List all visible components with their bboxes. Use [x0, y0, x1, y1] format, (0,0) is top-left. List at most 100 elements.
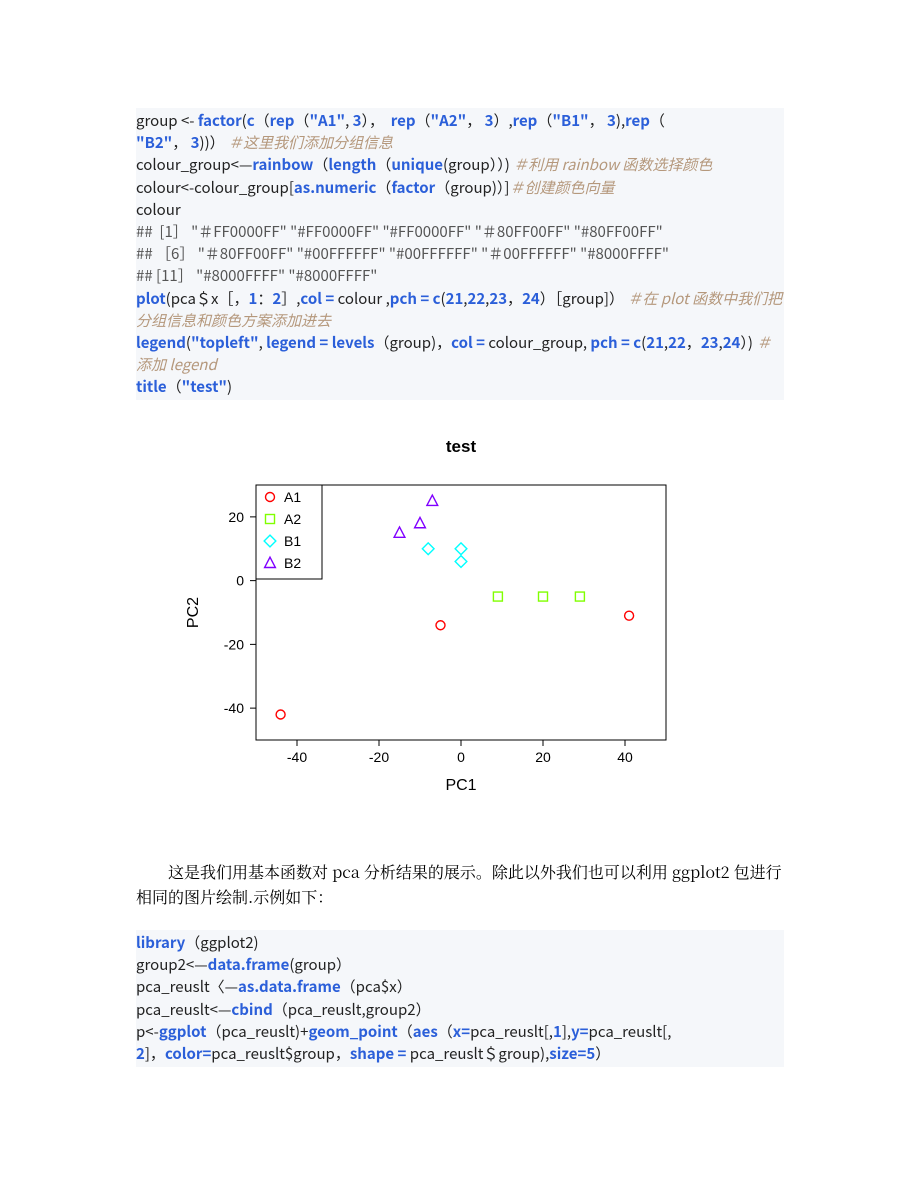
code-text: ,: [345, 110, 353, 131]
number: 22: [668, 332, 686, 353]
code-text: （pca_reuslt)+: [206, 1021, 308, 1042]
output-line: ## [11］ "#8000FFFF" "#8000FFFF": [136, 265, 377, 286]
code-text: （: [416, 110, 431, 131]
number: 21: [646, 332, 664, 353]
code-text: ),: [616, 110, 625, 131]
code-text: （pca_reuslt,group2）: [273, 999, 431, 1020]
string: "A1": [309, 110, 345, 131]
svg-text:PC1: PC1: [445, 777, 476, 794]
fn-rep: rep: [270, 110, 295, 131]
fn-title: title: [136, 376, 167, 397]
fn-factor: factor: [391, 177, 435, 198]
fn-ggplot: ggplot: [159, 1021, 207, 1042]
code-text: （: [376, 177, 391, 198]
number: 5: [586, 1043, 595, 1064]
comment: ＃创建颜色向量: [510, 177, 615, 198]
number: 24: [723, 332, 741, 353]
code-text: ：: [257, 288, 272, 309]
body-paragraph: 这是我们用基本函数对 pca 分析结果的展示。除此以外我们也可以利用 ggplo…: [136, 860, 784, 910]
code-text: ），: [362, 110, 391, 131]
arg-x: x=: [453, 1021, 470, 1042]
fn-rep: rep: [391, 110, 416, 131]
output-line: ## [1］ "＃FF0000FF" "#FF0000FF" "#FF0000F…: [136, 221, 663, 242]
page: group <- factor(c（rep（"A1", 3）， rep（"A2"…: [0, 0, 920, 1187]
code-text: （ggplot2): [185, 932, 258, 953]
arg-color: color=: [165, 1043, 211, 1064]
arg-pch: pch =: [590, 332, 633, 353]
code-text: pca_reuslt〈—: [136, 976, 238, 997]
code-text: ）: [595, 1043, 610, 1064]
string: "test": [182, 376, 227, 397]
code-text: pca_reuslt[,: [470, 1021, 553, 1042]
svg-text:A1: A1: [284, 489, 301, 505]
code-text: ): [227, 376, 232, 397]
code-text: ，: [466, 110, 484, 131]
svg-text:A2: A2: [284, 511, 301, 527]
fn-unique: unique: [391, 154, 443, 175]
code-text: （: [438, 1021, 453, 1042]
code-text: ,: [259, 332, 267, 353]
fn-aes: aes: [413, 1021, 438, 1042]
fn-rep: rep: [513, 110, 538, 131]
code-text: pca_reuslt[,: [589, 1021, 672, 1042]
arg-shape: shape =: [350, 1043, 410, 1064]
arg-y: y=: [571, 1021, 588, 1042]
number: 2: [136, 1043, 145, 1064]
arg-size: size=: [549, 1043, 586, 1064]
output-line: ## ［6］ "＃80FF00FF" "#00FFFFFF" "#00FFFFF…: [136, 243, 669, 264]
fn-plot: plot: [136, 288, 166, 309]
fn-factor: factor: [198, 110, 242, 131]
svg-text:20: 20: [535, 749, 551, 765]
code-text: （group)，: [374, 332, 451, 353]
code-text: ，: [507, 288, 522, 309]
arg-pch: pch =: [390, 288, 433, 309]
fn-geom-point: geom_point: [308, 1021, 397, 1042]
code-text: (pca＄x［，: [166, 288, 249, 309]
code-text: ，: [686, 332, 701, 353]
code-text: (group）: [289, 954, 351, 975]
fn-length: length: [328, 154, 376, 175]
code-text: colour ,: [338, 288, 390, 309]
svg-text:0: 0: [457, 749, 465, 765]
svg-text:B1: B1: [284, 533, 301, 549]
code-text: colour_group,: [488, 332, 590, 353]
code-text: （group)）]: [435, 177, 509, 198]
number: 1: [248, 288, 257, 309]
fn-legend: legend: [136, 332, 186, 353]
number: 3: [191, 132, 200, 153]
number: 2: [272, 288, 281, 309]
svg-text:-40: -40: [287, 749, 307, 765]
code-text: colour<-colour_group[: [136, 177, 294, 198]
svg-text:B2: B2: [284, 555, 301, 571]
svg-text:-20: -20: [369, 749, 389, 765]
svg-text:40: 40: [617, 749, 633, 765]
code-text: group2<—: [136, 954, 208, 975]
comment: ＃这里我们添加分组信息: [228, 132, 393, 153]
fn-as-data-frame: as.data.frame: [238, 976, 341, 997]
svg-text:20: 20: [228, 509, 244, 525]
string: "topleft": [191, 332, 259, 353]
comment: ＃利用 rainbow 函数选择颜色: [513, 154, 712, 175]
fn-c: c: [433, 288, 441, 309]
code-text: group <-: [136, 110, 198, 131]
code-text: （pca$x）: [341, 976, 412, 997]
code-block-1: group <- factor(c（rep（"A1", 3）， rep（"A2"…: [136, 108, 784, 400]
code-text: pca_reuslt$group，: [211, 1043, 350, 1064]
number: 23: [701, 332, 719, 353]
code-text: （: [167, 376, 182, 397]
svg-text:test: test: [446, 437, 477, 456]
code-text: （: [650, 110, 665, 131]
code-text: ）): [740, 332, 753, 353]
fn-rep: rep: [625, 110, 650, 131]
svg-text:-20: -20: [224, 637, 244, 653]
fn-as-numeric: as.numeric: [294, 177, 377, 198]
number: 24: [522, 288, 540, 309]
code-text: （: [376, 154, 391, 175]
fn-c: c: [633, 332, 641, 353]
fn-rainbow: rainbow: [252, 154, 313, 175]
code-text: （: [255, 110, 270, 131]
code-text: ，: [172, 132, 190, 153]
number: 3: [607, 110, 616, 131]
pca-scatter-chart: test-40-2002040-40-20020PC1PC2A1A2B1B2: [166, 430, 686, 830]
code-text: ，: [589, 110, 607, 131]
